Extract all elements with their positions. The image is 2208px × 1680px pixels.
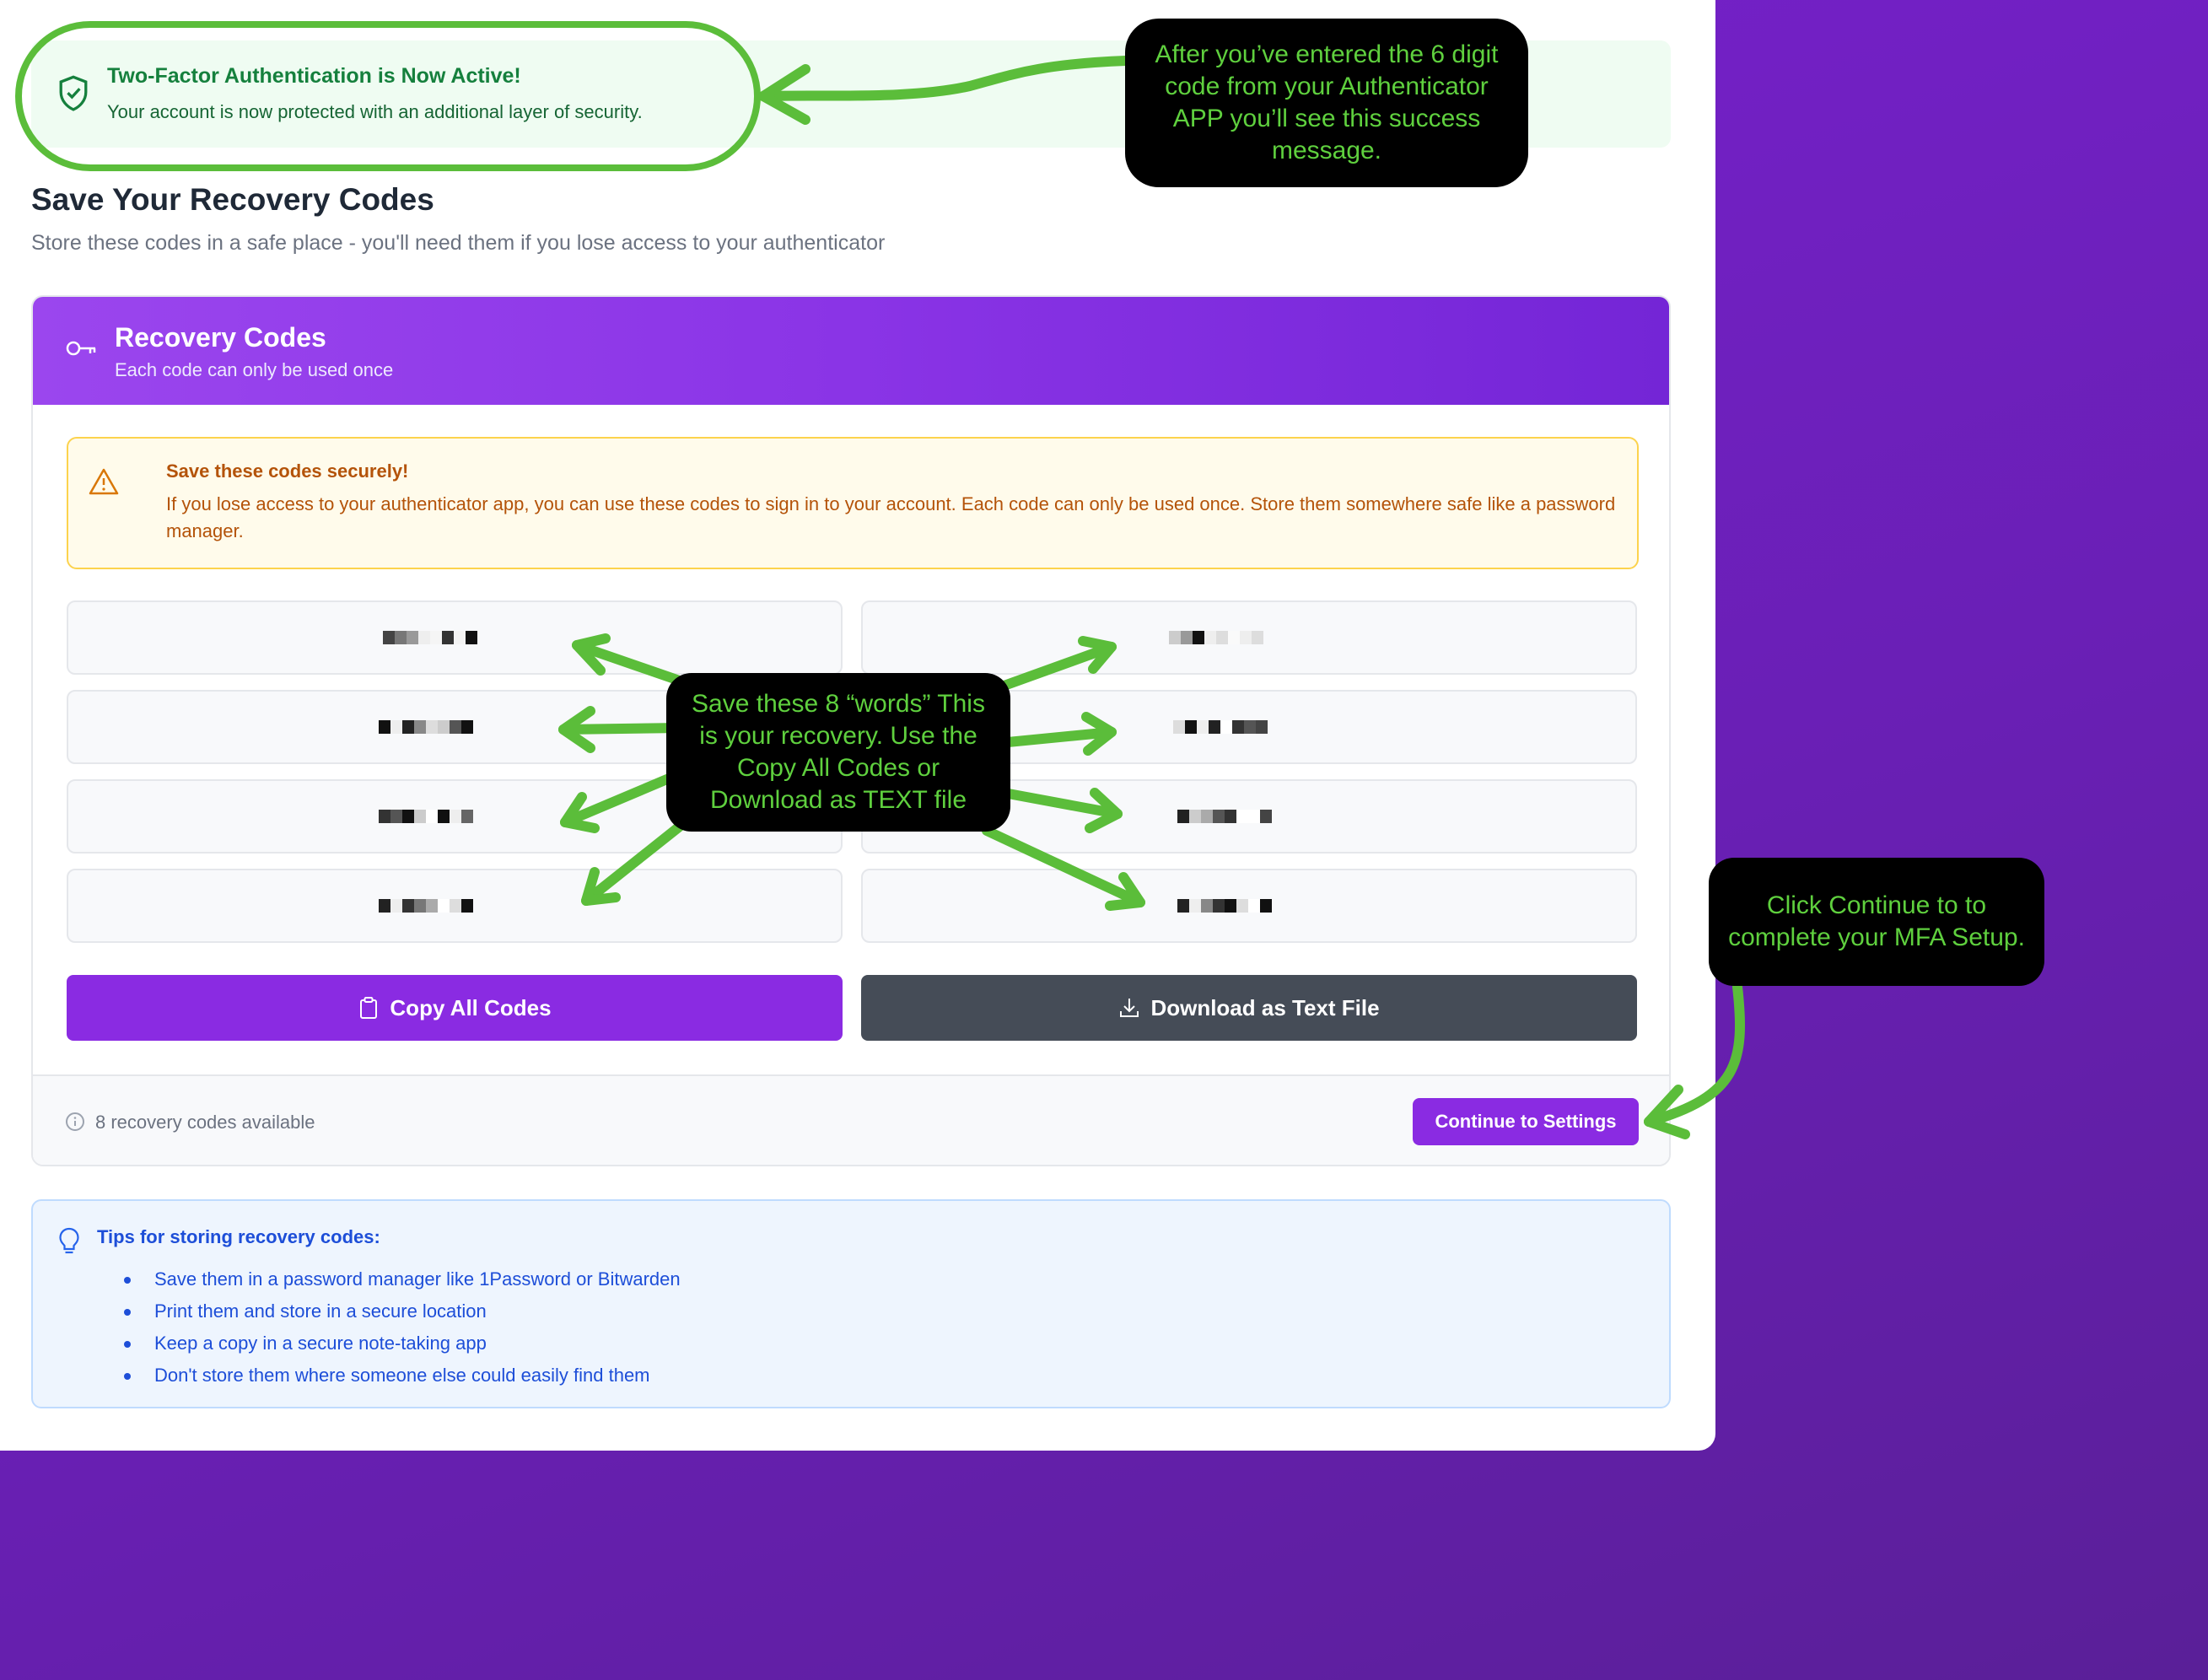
recovery-code <box>861 600 1637 675</box>
redacted-code <box>379 810 530 823</box>
lightbulb-icon <box>59 1227 79 1254</box>
download-text-file-label: Download as Text File <box>1150 994 1380 1020</box>
tips-title: Tips for storing recovery codes: <box>97 1226 380 1247</box>
tip-item: Don't store them where someone else coul… <box>124 1360 681 1392</box>
redacted-code <box>1169 631 1329 644</box>
card-header: Recovery Codes Each code can only be use… <box>33 297 1669 405</box>
warning-body: If you lose access to your authenticator… <box>166 493 1616 541</box>
redacted-code <box>1177 810 1321 823</box>
download-text-file-button[interactable]: Download as Text File <box>861 975 1637 1041</box>
copy-all-codes-button[interactable]: Copy All Codes <box>67 975 843 1041</box>
continue-annotation: Click Continue to to complete your MFA S… <box>1709 858 2044 986</box>
tip-item: Print them and store in a secure locatio… <box>124 1295 681 1327</box>
redacted-code <box>1173 720 1325 734</box>
info-icon <box>66 1112 84 1131</box>
codes-available-count: 8 recovery codes available <box>95 1112 315 1133</box>
clipboard-icon <box>360 997 378 1019</box>
tip-item: Keep a copy in a secure note-taking app <box>124 1327 681 1360</box>
tip-item: Save them in a password manager like 1Pa… <box>124 1263 681 1295</box>
download-icon <box>1120 999 1139 1017</box>
recovery-code <box>67 600 843 675</box>
tips-list: Save them in a password manager like 1Pa… <box>124 1263 681 1392</box>
card-title: Recovery Codes <box>115 322 326 353</box>
success-highlight-ring <box>15 21 761 171</box>
recovery-code <box>861 869 1637 943</box>
page-title: Save Your Recovery Codes <box>31 182 434 217</box>
redacted-code <box>379 899 530 913</box>
warning-icon <box>89 468 119 495</box>
recovery-code <box>67 869 843 943</box>
card-subtitle: Each code can only be used once <box>115 359 394 380</box>
warning-title: Save these codes securely! <box>166 460 409 482</box>
success-annotation: After you’ve entered the 6 digit code fr… <box>1125 19 1528 187</box>
continue-to-settings-button[interactable]: Continue to Settings <box>1413 1098 1639 1145</box>
copy-all-codes-label: Copy All Codes <box>390 994 552 1020</box>
warning-box: Save these codes securely! If you lose a… <box>67 437 1639 569</box>
redacted-code <box>379 720 530 734</box>
codes-annotation: Save these 8 “words” This is your recove… <box>666 673 1010 832</box>
redacted-code <box>383 631 526 644</box>
key-icon <box>66 341 96 356</box>
redacted-code <box>1177 899 1321 913</box>
tips-box: Tips for storing recovery codes: Save th… <box>31 1199 1671 1408</box>
card-footer: 8 recovery codes available Continue to S… <box>33 1074 1669 1165</box>
page-subtitle: Store these codes in a safe place - you'… <box>31 231 886 255</box>
